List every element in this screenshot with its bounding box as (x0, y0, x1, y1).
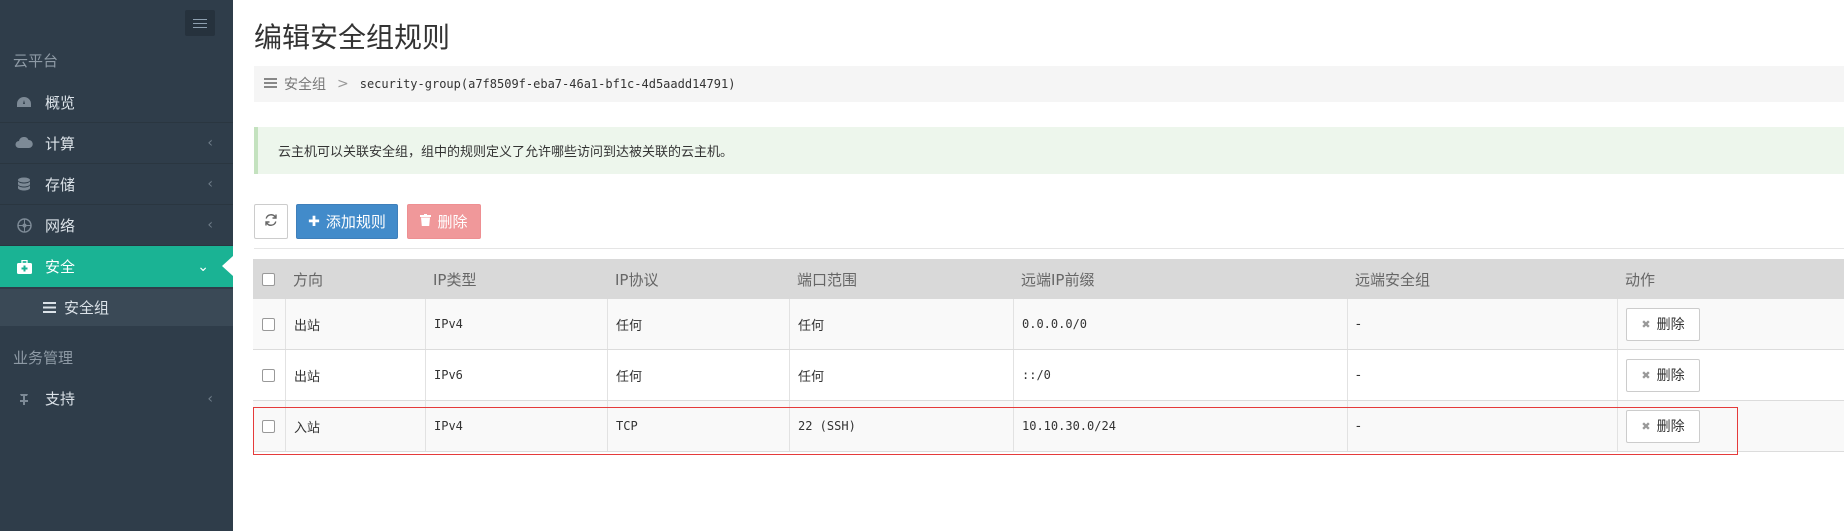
column-header[interactable]: IP协议 (607, 259, 789, 299)
refresh-button[interactable] (254, 204, 288, 239)
cloud-icon (14, 137, 34, 149)
sidebar-item-overview[interactable]: 概览 (0, 82, 233, 123)
sidebar-toggle-button[interactable] (185, 10, 215, 36)
cell-action: ✖ 删除 (1617, 299, 1844, 349)
refresh-icon (264, 213, 278, 231)
cell-remote-group: - (1347, 350, 1617, 400)
cell-direction: 入站 (285, 401, 425, 451)
rules-table: 方向 IP类型 IP协议 端口范围 远端IP前缀 远端安全组 动作 出站 IPv… (253, 259, 1844, 452)
row-checkbox[interactable] (262, 317, 275, 331)
row-delete-label: 删除 (1656, 419, 1685, 435)
select-all-checkbox[interactable] (262, 272, 275, 286)
cell-protocol: 任何 (607, 350, 789, 400)
cell-remote-ip: ::/0 (1013, 350, 1347, 400)
trash-icon (420, 213, 432, 230)
sidebar: 云平台 概览 计算 ‹ 存储 ‹ 网络 ‹ 安全 ⌄ 安全组 业务管理 支持 ‹ (0, 0, 233, 531)
cell-remote-ip: 10.10.30.0/24 (1013, 401, 1347, 451)
chevron-left-icon: ‹ (207, 217, 213, 233)
row-delete-button[interactable]: ✖ 删除 (1626, 358, 1700, 392)
cell-direction: 出站 (285, 350, 425, 400)
medkit-icon (14, 259, 34, 274)
sidebar-item-compute[interactable]: 计算 ‹ (0, 123, 233, 164)
cell-remote-group: - (1347, 299, 1617, 349)
network-icon (14, 217, 34, 233)
column-header: 动作 (1625, 270, 1656, 289)
divider (254, 248, 1844, 249)
sidebar-section-business: 业务管理 (13, 349, 74, 367)
cell-ip-type: IPv4 (425, 299, 607, 349)
info-alert: 云主机可以关联安全组，组中的规则定义了允许哪些访问到达被关联的云主机。 (254, 127, 1844, 174)
row-delete-label: 删除 (1656, 368, 1685, 384)
close-icon: ✖ (1641, 419, 1651, 433)
sidebar-item-label: 安全 (45, 258, 76, 276)
sidebar-section-cloud: 云平台 (13, 52, 59, 70)
column-header[interactable]: 端口范围 (789, 259, 1013, 299)
cell-direction: 出站 (285, 299, 425, 349)
cell-ip-type: IPv4 (425, 401, 607, 451)
sidebar-item-support[interactable]: 支持 ‹ (0, 378, 233, 419)
cell-port-range: 任何 (789, 350, 1013, 400)
sidebar-subitem-label: 安全组 (64, 299, 110, 317)
row-delete-button[interactable]: ✖ 删除 (1626, 409, 1700, 443)
row-select-cell (253, 299, 285, 349)
sidebar-item-label: 计算 (45, 134, 76, 153)
row-checkbox[interactable] (262, 368, 275, 382)
cell-ip-type: IPv6 (425, 350, 607, 400)
sidebar-subitem-security-group[interactable]: 安全组 (0, 289, 233, 326)
cell-action: ✖ 删除 (1617, 401, 1844, 451)
column-header[interactable]: 远端IP前缀 (1013, 259, 1347, 299)
table-row: 出站 IPv6 任何 任何 ::/0 - ✖ 删除 (253, 350, 1844, 401)
list-icon (264, 76, 277, 92)
chevron-left-icon: ‹ (207, 176, 213, 192)
row-select-cell (253, 401, 285, 451)
sidebar-item-label: 网络 (45, 216, 76, 235)
sidebar-item-label: 支持 (45, 390, 76, 408)
plus-icon: ✚ (308, 213, 320, 230)
delete-label: 删除 (437, 213, 468, 231)
cell-remote-group: - (1347, 401, 1617, 451)
breadcrumb-current: security-group(a7f8509f-eba7-46a1-bf1c-4… (359, 77, 736, 91)
table-header: 方向 IP类型 IP协议 端口范围 远端IP前缀 远端安全组 动作 (253, 259, 1844, 299)
add-rule-label: 添加规则 (325, 213, 386, 231)
column-header[interactable]: 方向 (285, 259, 425, 299)
cell-port-range: 任何 (789, 299, 1013, 349)
row-delete-button[interactable]: ✖ 删除 (1626, 307, 1700, 341)
breadcrumb-link-security-group[interactable]: 安全组 (284, 74, 326, 94)
page-title: 编辑安全组规则 (254, 21, 451, 54)
breadcrumb-separator: > (337, 76, 349, 92)
column-header[interactable]: IP类型 (425, 259, 607, 299)
cell-port-range: 22 (SSH) (789, 401, 1013, 451)
close-icon: ✖ (1641, 368, 1651, 382)
close-icon: ✖ (1641, 317, 1651, 331)
table-row: 出站 IPv4 任何 任何 0.0.0.0/0 - ✖ 删除 (253, 299, 1844, 350)
breadcrumb: 安全组 > security-group(a7f8509f-eba7-46a1-… (254, 66, 1844, 102)
delete-button[interactable]: 删除 (407, 204, 481, 239)
sidebar-item-network[interactable]: 网络 ‹ (0, 205, 233, 246)
alert-text: 云主机可以关联安全组，组中的规则定义了允许哪些访问到达被关联的云主机。 (278, 145, 734, 160)
add-rule-button[interactable]: ✚ 添加规则 (296, 204, 398, 239)
sidebar-item-storage[interactable]: 存储 ‹ (0, 164, 233, 205)
table-row: 入站 IPv4 TCP 22 (SSH) 10.10.30.0/24 - ✖ 删除 (253, 401, 1844, 452)
cell-protocol: TCP (607, 401, 789, 451)
sidebar-item-label: 存储 (45, 175, 76, 194)
cell-remote-ip: 0.0.0.0/0 (1013, 299, 1347, 349)
row-delete-label: 删除 (1656, 317, 1685, 333)
dashboard-icon (14, 95, 34, 109)
anchor-icon (14, 391, 34, 406)
column-header[interactable]: 远端安全组 (1347, 259, 1617, 299)
cell-protocol: 任何 (607, 299, 789, 349)
chevron-left-icon: ‹ (207, 390, 213, 407)
row-select-cell (253, 350, 285, 400)
chevron-left-icon: ‹ (207, 135, 213, 151)
select-all-cell (253, 259, 285, 299)
chevron-down-icon: ⌄ (197, 258, 209, 275)
cell-action: ✖ 删除 (1617, 350, 1844, 400)
row-checkbox[interactable] (262, 419, 275, 433)
database-icon (14, 177, 34, 192)
list-icon (43, 299, 56, 317)
sidebar-item-security[interactable]: 安全 ⌄ (0, 246, 233, 287)
sidebar-item-label: 概览 (45, 93, 76, 112)
